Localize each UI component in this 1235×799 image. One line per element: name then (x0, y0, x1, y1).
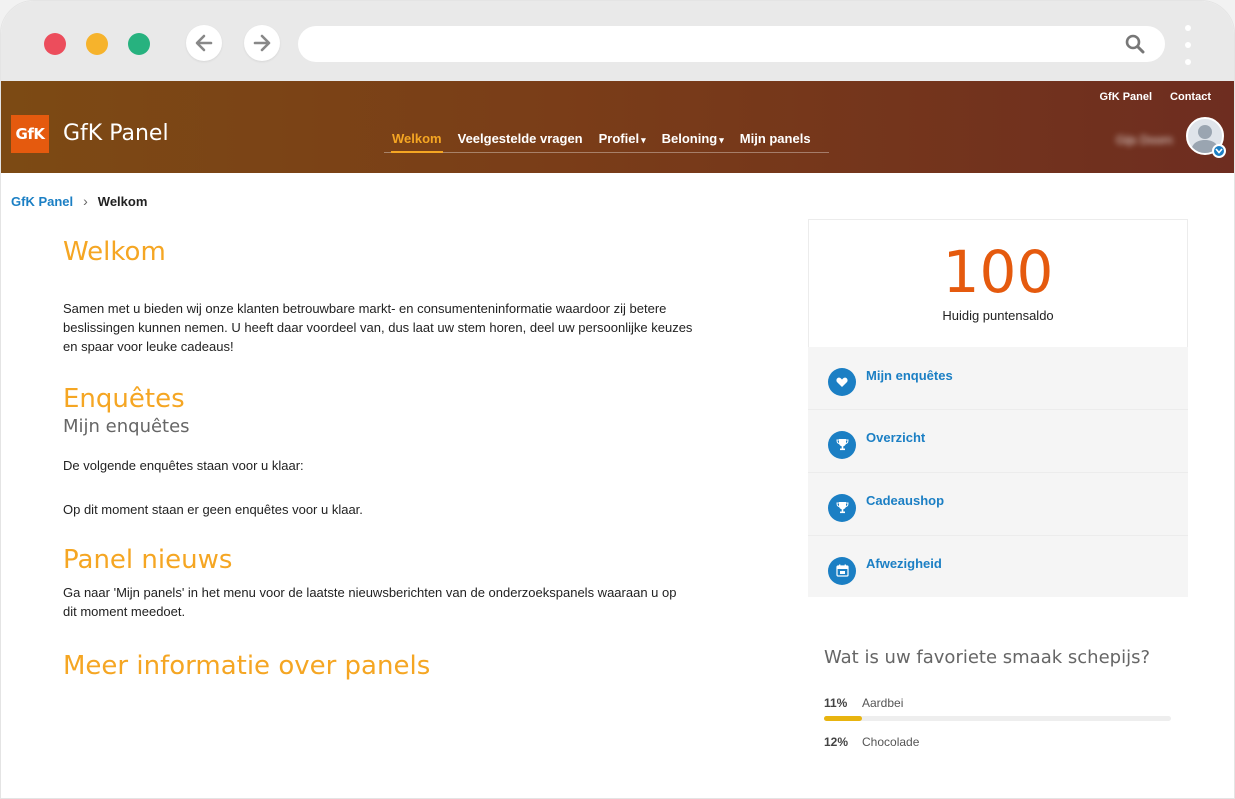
sidebar-item-cadeaushop[interactable]: Cadeaushop (808, 472, 1188, 534)
poll-question: Wat is uw favoriete smaak schepijs? (824, 647, 1151, 668)
back-button[interactable] (186, 25, 222, 61)
nav-item-profiel[interactable]: Profiel ▾ (591, 125, 654, 152)
points-card: 100 Huidig puntensaldo (808, 219, 1188, 349)
section-title-meer-informatie[interactable]: Meer informatie over panels (63, 651, 703, 681)
breadcrumb-current: Welkom (97, 193, 148, 209)
main-content: Welkom Samen met u bieden wij onze klant… (63, 231, 703, 681)
page-title: Welkom (63, 237, 166, 267)
site-header: GfK GfK Panel GfK Panel Contact Welkom V… (1, 81, 1234, 173)
minimize-window-button[interactable] (86, 33, 108, 55)
poll-bar-fill (824, 716, 863, 721)
nav-item-label: Veelgestelde vragen (457, 131, 583, 146)
search-icon[interactable] (1125, 34, 1145, 54)
news-text: Ga naar 'Mijn panels' in het menu voor d… (63, 585, 677, 619)
chevron-down-icon: ▾ (641, 135, 646, 145)
sidebar-item-mijn-enquetes[interactable]: Mijn enquêtes (808, 347, 1188, 409)
forward-button[interactable] (244, 25, 280, 61)
poll-widget: Wat is uw favoriete smaak schepijs? 11% … (824, 647, 1174, 749)
poll-option-label: Chocolade (862, 735, 920, 749)
chevron-right-icon: › (83, 193, 88, 209)
browser-window: GfK GfK Panel GfK Panel Contact Welkom V… (0, 0, 1235, 799)
welcome-text: Samen met u bieden wij onze klanten betr… (63, 301, 693, 354)
browser-toolbar (1, 1, 1234, 81)
nav-item-welkom[interactable]: Welkom (384, 125, 450, 153)
gfk-logo[interactable]: GfK (11, 115, 49, 153)
poll-option-label: Aardbei (862, 696, 904, 710)
sidebar-item-afwezigheid[interactable]: Afwezigheid (808, 535, 1188, 597)
sidebar-item-label: Mijn enquêtes (866, 367, 953, 383)
brand-title[interactable]: GfK Panel (63, 121, 169, 146)
calendar-icon (828, 556, 856, 585)
browser-menu-icon[interactable] (1184, 25, 1192, 65)
surveys-intro: De volgende enquêtes staan voor u klaar: (63, 458, 304, 473)
nav-item-mijn-panels[interactable]: Mijn panels (732, 125, 819, 152)
nav-item-label: Mijn panels (739, 131, 811, 146)
chevron-down-icon (1215, 148, 1223, 154)
poll-option-chocolade[interactable]: 12% Chocolade (824, 735, 1174, 749)
top-link-gfk-panel[interactable]: GfK Panel (1099, 91, 1152, 103)
poll-percentage: 11% (824, 696, 848, 710)
poll-bar-track (824, 716, 1171, 721)
close-window-button[interactable] (44, 33, 66, 55)
section-title-enquetes: Enquêtes (63, 384, 185, 414)
trophy-icon (828, 493, 856, 522)
nav-item-label: Welkom (392, 131, 442, 146)
trophy-icon (828, 430, 856, 459)
breadcrumb-link-gfk-panel[interactable]: GfK Panel (11, 194, 73, 209)
sidebar-item-label: Cadeaushop (866, 493, 945, 508)
top-links: GfK Panel Contact (1099, 91, 1211, 103)
section-title-panel-nieuws: Panel nieuws (63, 545, 233, 575)
nav-item-label: Profiel (598, 131, 640, 146)
points-value: 100 (942, 238, 1054, 306)
poll-percentage: 12% (824, 735, 849, 749)
sidebar-item-label: Overzicht (866, 430, 926, 445)
sidebar-menu: Mijn enquêtes Overzicht Cadeaushop Afwez… (808, 347, 1188, 597)
nav-item-label: Beloning (661, 131, 718, 146)
arrow-left-icon (195, 34, 213, 52)
breadcrumb: GfK Panel › Welkom (11, 193, 147, 209)
sidebar-item-overzicht[interactable]: Overzicht (808, 409, 1188, 471)
section-subtitle-mijn-enquetes: Mijn enquêtes (63, 416, 190, 437)
arrow-right-icon (253, 34, 271, 52)
poll-option-aardbei[interactable]: 11% Aardbei (824, 696, 1174, 721)
main-navigation: Welkom Veelgestelde vragen Profiel ▾ Belo… (384, 125, 829, 153)
nav-item-beloning[interactable]: Beloning ▾ (654, 125, 732, 152)
top-link-contact[interactable]: Contact (1170, 91, 1211, 103)
surveys-empty-message: Op dit moment staan er geen enquêtes voo… (63, 502, 363, 517)
chevron-down-icon: ▾ (719, 135, 724, 145)
points-label: Huidig puntensaldo (942, 308, 1054, 323)
user-name[interactable]: Gijs Doorn (1116, 133, 1173, 147)
heart-icon (828, 368, 856, 396)
account-menu-icon[interactable] (1212, 144, 1226, 158)
nav-item-veelgestelde-vragen[interactable]: Veelgestelde vragen (450, 125, 591, 152)
maximize-window-button[interactable] (128, 33, 150, 55)
address-bar[interactable] (298, 26, 1165, 62)
sidebar-item-label: Afwezigheid (866, 556, 942, 571)
